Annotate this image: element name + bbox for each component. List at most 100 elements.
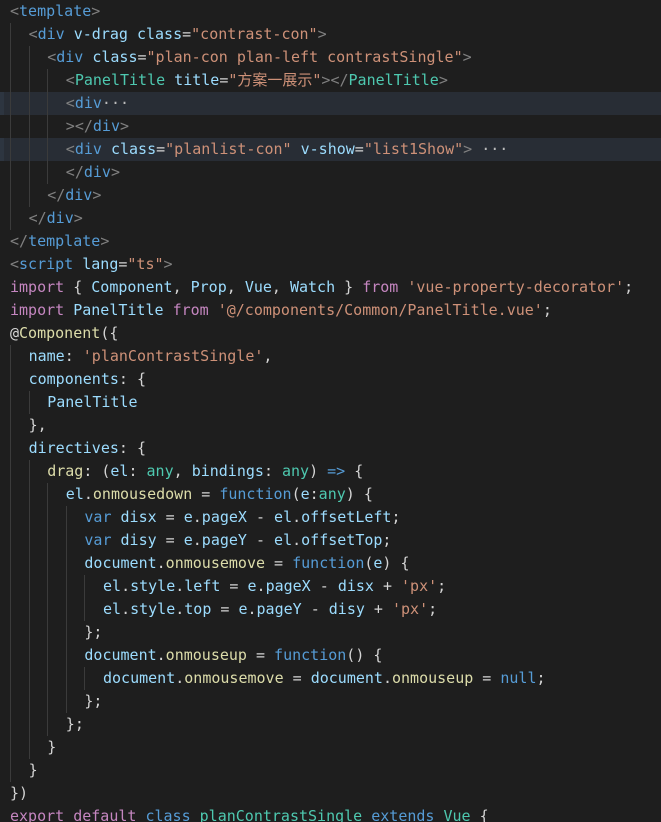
code-line[interactable]: } [0, 759, 661, 782]
code-line[interactable]: } [0, 736, 661, 759]
code-token: < [65, 94, 75, 112]
indent-guide [47, 598, 49, 621]
code-token: ) [309, 462, 328, 480]
code-line[interactable]: document.onmousemove = function(e) { [0, 552, 661, 575]
code-line[interactable]: }) [0, 782, 661, 805]
code-line[interactable]: </div> [0, 207, 661, 230]
code-line[interactable]: <script lang="ts"> [0, 253, 661, 276]
code-token: PanelTitle [73, 301, 164, 319]
indent-guide [10, 621, 11, 644]
code-token: left [184, 577, 221, 595]
code-line[interactable]: document.onmousemove = document.onmouseu… [0, 667, 661, 690]
code-token: : [309, 485, 319, 503]
code-token: ; [437, 577, 447, 595]
code-line[interactable]: var disx = e.pageX - el.offsetLeft; [0, 506, 661, 529]
code-line[interactable]: <template> [0, 0, 661, 23]
code-token: e [183, 531, 193, 549]
code-token: . [121, 577, 131, 595]
code-token: , [226, 278, 245, 296]
fold-ellipsis[interactable]: ··· [102, 94, 129, 112]
code-line[interactable]: directives: { [0, 437, 661, 460]
code-token: import [10, 301, 65, 319]
code-line[interactable]: </div> [0, 184, 661, 207]
code-line[interactable]: <div class="plan-con plan-left contrastS… [0, 46, 661, 69]
code-token: 'vue-property-decorator' [407, 278, 625, 296]
code-text: </div> [47, 184, 101, 207]
code-token: - [246, 508, 275, 526]
code-token: - [310, 577, 338, 595]
code-line[interactable]: el.onmousedown = function(e:any) { [0, 483, 661, 506]
code-line[interactable]: <div class="planlist-con" v-show="list1S… [0, 138, 661, 161]
code-token: name [28, 347, 65, 365]
code-token: e [183, 508, 193, 526]
code-line[interactable]: el.style.left = e.pageX - disx + 'px'; [0, 575, 661, 598]
code-token: => [327, 462, 346, 480]
code-token: ( [291, 485, 301, 503]
code-line[interactable]: el.style.top = e.pageY - disy + 'px'; [0, 598, 661, 621]
code-line[interactable]: document.onmouseup = function() { [0, 644, 661, 667]
code-text: <div··· [66, 92, 129, 115]
code-token: disy [328, 600, 365, 618]
code-token: = [219, 71, 229, 89]
indent-guide [28, 713, 30, 736]
code-token: pageY [256, 600, 302, 618]
code-token: "plan-con plan-left contrastSingle" [146, 48, 463, 66]
code-token: > [92, 186, 102, 204]
code-token: extends [371, 807, 435, 822]
code-line[interactable]: }; [0, 713, 661, 736]
code-token: top [184, 600, 212, 618]
code-line[interactable]: <PanelTitle title="方案一展示"></PanelTitle> [0, 69, 661, 92]
code-line[interactable]: @Component({ [0, 322, 661, 345]
code-text: }) [10, 782, 28, 805]
code-line[interactable]: export default class planContrastSingle … [0, 805, 661, 822]
indent-guide [10, 115, 11, 138]
code-line[interactable]: </template> [0, 230, 661, 253]
code-editor[interactable]: <template> <div v-drag class="contrast-co… [0, 0, 661, 822]
code-line[interactable]: import PanelTitle from '@/components/Com… [0, 299, 661, 322]
code-text: <div class="planlist-con" v-show="list1S… [66, 138, 509, 161]
code-text: </div> [66, 161, 120, 184]
code-line[interactable]: components: { [0, 368, 661, 391]
code-token: = [156, 531, 184, 549]
indent-guide [10, 552, 11, 575]
indent-guide [10, 69, 11, 92]
code-token: from [172, 301, 209, 319]
code-token: "ts" [127, 255, 164, 273]
indent-guide [65, 621, 67, 644]
indent-guide [10, 368, 11, 391]
code-token: @ [10, 324, 20, 342]
code-line[interactable]: var disy = e.pageY - el.offsetTop; [0, 529, 661, 552]
code-line[interactable]: }; [0, 621, 661, 644]
code-token: div [37, 25, 65, 43]
code-line[interactable]: PanelTitle [0, 391, 661, 414]
code-text: }, [29, 414, 47, 437]
code-token: PanelTitle [47, 393, 138, 411]
fold-ellipsis[interactable]: ··· [472, 140, 508, 158]
indent-guide [10, 506, 11, 529]
code-line[interactable]: }; [0, 690, 661, 713]
code-text: name: 'planContrastSingle', [29, 345, 273, 368]
code-line[interactable]: drag: (el: any, bindings: any) => { [0, 460, 661, 483]
indent-guide [10, 92, 11, 115]
code-text: export default class planContrastSingle … [10, 805, 489, 822]
code-token: < [65, 140, 75, 158]
indent-guide [65, 667, 67, 690]
indent-guide [47, 621, 49, 644]
code-token: 'px' [401, 577, 438, 595]
indent-guide [28, 138, 30, 161]
code-line[interactable]: ></div> [0, 115, 661, 138]
indent-guide [47, 644, 49, 667]
code-line[interactable]: }, [0, 414, 661, 437]
code-line[interactable]: </div> [0, 161, 661, 184]
code-line[interactable]: <div v-drag class="contrast-con"> [0, 23, 661, 46]
indent-guide [10, 736, 11, 759]
code-line[interactable]: <div··· [0, 92, 661, 115]
code-line[interactable]: name: 'planContrastSingle', [0, 345, 661, 368]
code-line[interactable]: import { Component, Prop, Vue, Watch } f… [0, 276, 661, 299]
code-token: , [271, 278, 290, 296]
code-token: } [28, 761, 38, 779]
code-token: null [500, 669, 537, 687]
code-text: </template> [10, 230, 109, 253]
code-text: drag: (el: any, bindings: any) => { [47, 460, 363, 483]
